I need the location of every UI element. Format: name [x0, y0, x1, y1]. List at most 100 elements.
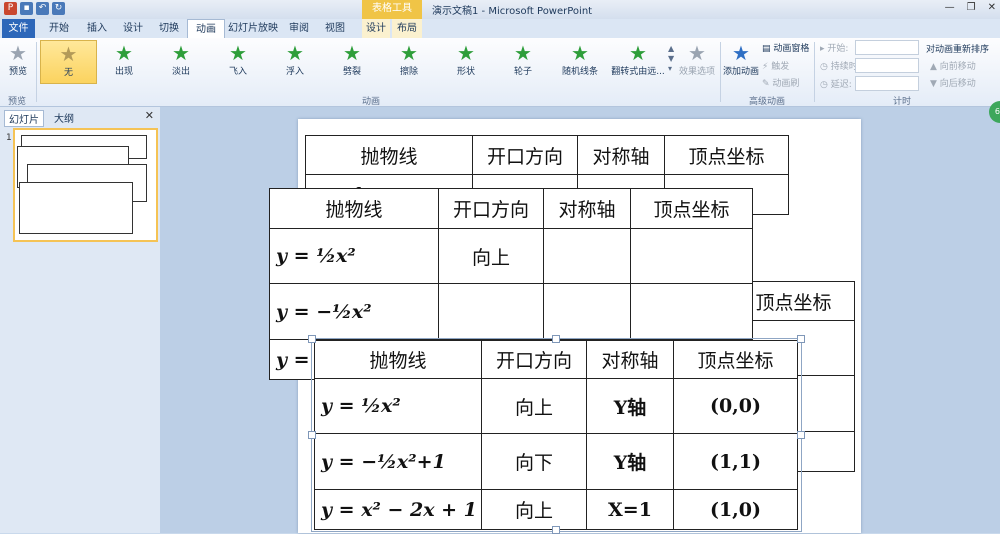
delay-label: ◷ 延迟: [820, 80, 852, 90]
tab-slides[interactable]: 幻灯片 [4, 110, 44, 127]
start-dropdown[interactable] [855, 40, 919, 55]
animation-pane-button[interactable]: ▤ 动画窗格 [762, 41, 809, 54]
animation-wheel[interactable]: ★ 轮子 [499, 40, 547, 82]
animation-float-in[interactable]: ★ 浮入 [271, 40, 319, 82]
group-timing-label: 计时 [893, 97, 912, 107]
tab-home[interactable]: 开始 [42, 19, 76, 38]
tab-insert[interactable]: 插入 [80, 19, 114, 38]
ribbon-tabs: 文件 开始 插入 设计 切换 动画 幻灯片放映 审阅 视图 设计 布局 [0, 19, 1000, 39]
animation-wipe[interactable]: ★ 擦除 [385, 40, 433, 82]
table-cell [630, 283, 753, 340]
preview-button[interactable]: ★ 预览 [0, 40, 36, 82]
group-advanced-label: 高级动画 [749, 97, 786, 107]
animation-label: 浮入 [285, 67, 304, 77]
tab-table-design[interactable]: 设计 [362, 19, 390, 38]
restore-button[interactable]: ❐ [967, 2, 976, 13]
reorder-title: 对动画重新排序 [926, 45, 990, 55]
animation-none[interactable]: ★ 无 [40, 40, 97, 84]
star-icon: ★ [514, 41, 532, 65]
slide-thumbnail[interactable] [13, 128, 158, 242]
duration-field[interactable] [855, 58, 919, 73]
undo-icon[interactable]: ↶ [36, 2, 49, 15]
trigger-button[interactable]: ⚡ 触发 [762, 59, 789, 72]
quick-access-toolbar: P ▪ ↶ ↻ [4, 2, 65, 15]
tab-slideshow[interactable]: 幻灯片放映 [226, 19, 280, 38]
header-cell: 顶点坐标 [630, 188, 753, 229]
ribbon: ★ 预览 预览 ★ 无 ★ 出现 ★ 淡出 ★ 飞入 ★ 浮入 ★ 劈裂 ★ 擦除 ★ 形状 ★… [0, 38, 1000, 107]
animation-random-bars[interactable]: ★ 随机线条 [556, 40, 604, 82]
tab-table-layout[interactable]: 布局 [392, 19, 422, 38]
tab-review[interactable]: 审阅 [282, 19, 316, 38]
minimize-button[interactable]: — [945, 2, 955, 13]
resize-handle[interactable] [308, 335, 316, 343]
star-icon: ★ [688, 41, 706, 65]
star-icon: ★ [172, 41, 190, 65]
animation-label: 随机线条 [561, 67, 598, 77]
tab-design[interactable]: 设计 [116, 19, 150, 38]
table-cell [543, 283, 631, 340]
resize-handle[interactable] [308, 431, 316, 439]
start-text: 开始: [827, 44, 849, 54]
header-cell: 开口方向 [472, 135, 578, 175]
animation-painter-label: 动画刷 [772, 79, 800, 89]
star-icon: ★ [343, 41, 361, 65]
table-cell [630, 228, 753, 284]
tab-outline[interactable]: 大纲 [54, 110, 74, 125]
start-label: ▸ 开始: [820, 44, 849, 54]
group-separator [814, 42, 815, 102]
window-title: 演示文稿1 - Microsoft PowerPoint [432, 6, 593, 17]
animation-fade[interactable]: ★ 淡出 [157, 40, 205, 82]
resize-handle[interactable] [797, 431, 805, 439]
animation-fly-in[interactable]: ★ 飞入 [214, 40, 262, 82]
close-button[interactable]: ✕ [988, 2, 996, 13]
star-icon: ★ [629, 41, 647, 65]
animation-label: 无 [63, 68, 73, 78]
move-earlier-label: 向前移动 [939, 62, 976, 72]
move-later-label: 向后移动 [939, 79, 976, 89]
star-icon: ★ [457, 41, 475, 65]
header-cell: 对称轴 [543, 188, 631, 229]
move-earlier-button[interactable]: ▲ 向前移动 [930, 59, 976, 72]
add-animation-button[interactable]: ★ 添加动画 [722, 40, 760, 82]
star-icon: ★ [115, 41, 133, 65]
animation-label: 翻转式由远... [611, 67, 665, 77]
star-icon: ★ [59, 42, 78, 66]
star-icon: ★ [400, 41, 418, 65]
animation-label: 形状 [456, 67, 475, 77]
star-icon: ★ [571, 41, 589, 65]
tab-transitions[interactable]: 切换 [152, 19, 186, 38]
tab-view[interactable]: 视图 [318, 19, 352, 38]
effect-options-button[interactable]: ★ 效果选项 [676, 40, 718, 82]
gallery-scroll-arrows[interactable]: ▲ ▼ ▾ [668, 44, 674, 74]
group-separator [36, 42, 37, 102]
panel-close-icon[interactable]: ✕ [145, 109, 154, 122]
tab-file[interactable]: 文件 [2, 19, 35, 38]
animation-label: 擦除 [399, 67, 418, 77]
formula-cell: y = ½x² [269, 228, 439, 284]
effect-options-label: 效果选项 [678, 67, 715, 77]
delay-field[interactable] [855, 76, 919, 91]
animation-appear[interactable]: ★ 出现 [100, 40, 148, 82]
add-star-icon: ★ [732, 41, 750, 65]
animation-painter-button[interactable]: ✎ 动画刷 [762, 76, 799, 89]
table-cell [543, 228, 631, 284]
header-cell: 开口方向 [438, 188, 544, 229]
redo-icon[interactable]: ↻ [52, 2, 65, 15]
animation-label: 劈裂 [342, 67, 361, 77]
move-later-button[interactable]: ▼ 向后移动 [930, 76, 976, 89]
selection-frame[interactable] [311, 338, 802, 532]
resize-handle[interactable] [552, 335, 560, 343]
animation-shape[interactable]: ★ 形状 [442, 40, 490, 82]
group-separator [720, 42, 721, 102]
animation-split[interactable]: ★ 劈裂 [328, 40, 376, 82]
animation-grow-turn[interactable]: ★ 翻转式由远... [610, 40, 666, 82]
star-icon: ★ [229, 41, 247, 65]
table-cell [438, 283, 544, 340]
save-icon[interactable]: ▪ [20, 2, 33, 15]
tab-animations[interactable]: 动画 [187, 19, 225, 39]
header-cell: 抛物线 [305, 135, 473, 175]
group-animation-label: 动画 [362, 97, 381, 107]
resize-handle[interactable] [797, 335, 805, 343]
header-cell: 顶点坐标 [664, 135, 789, 175]
animation-label: 淡出 [171, 67, 190, 77]
